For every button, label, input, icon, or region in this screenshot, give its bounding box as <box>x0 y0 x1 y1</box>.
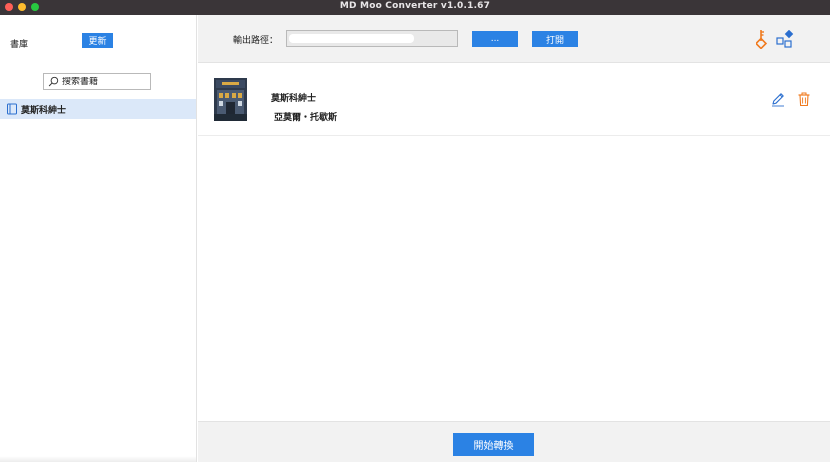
toolbar: 輸出路徑： ... 打開 <box>198 15 830 63</box>
sidebar-book-title: 莫斯科紳士 <box>21 105 67 116</box>
search-input[interactable] <box>62 76 147 87</box>
trash-icon[interactable] <box>797 92 811 107</box>
output-path-label: 輸出路徑： <box>233 36 279 46</box>
library-label: 書庫 <box>10 40 29 50</box>
search-icon <box>48 76 59 87</box>
book-title: 莫斯科紳士 <box>271 94 317 104</box>
bottom-bar: 開始轉換 <box>198 421 830 462</box>
output-path-input[interactable] <box>286 30 458 47</box>
start-convert-button[interactable]: 開始轉換 <box>453 433 534 456</box>
key-icon[interactable] <box>756 29 768 49</box>
refresh-button[interactable]: 更新 <box>82 33 113 48</box>
book-list-item[interactable]: 莫斯科紳士 亞莫爾・托歇斯 <box>198 64 830 136</box>
window-title: MD Moo Converter v1.0.1.67 <box>339 1 491 11</box>
search-box[interactable] <box>43 73 151 90</box>
open-button[interactable]: 打開 <box>532 31 578 47</box>
book-author: 亞莫爾・托歇斯 <box>274 113 338 123</box>
sidebar-book-item[interactable]: 莫斯科紳士 <box>0 99 196 119</box>
browse-button[interactable]: ... <box>472 31 518 47</box>
book-icon <box>7 103 17 115</box>
output-path-value <box>289 34 414 43</box>
sidebar: 書庫 更新 莫斯科紳士 <box>0 15 197 462</box>
sidebar-footer <box>0 456 196 462</box>
book-list: 莫斯科紳士 亞莫爾・托歇斯 <box>198 64 830 421</box>
pencil-icon[interactable] <box>770 91 786 107</box>
apps-icon[interactable] <box>776 30 794 48</box>
book-cover-image <box>214 78 247 121</box>
title-bar: MD Moo Converter v1.0.1.67 <box>0 0 830 15</box>
